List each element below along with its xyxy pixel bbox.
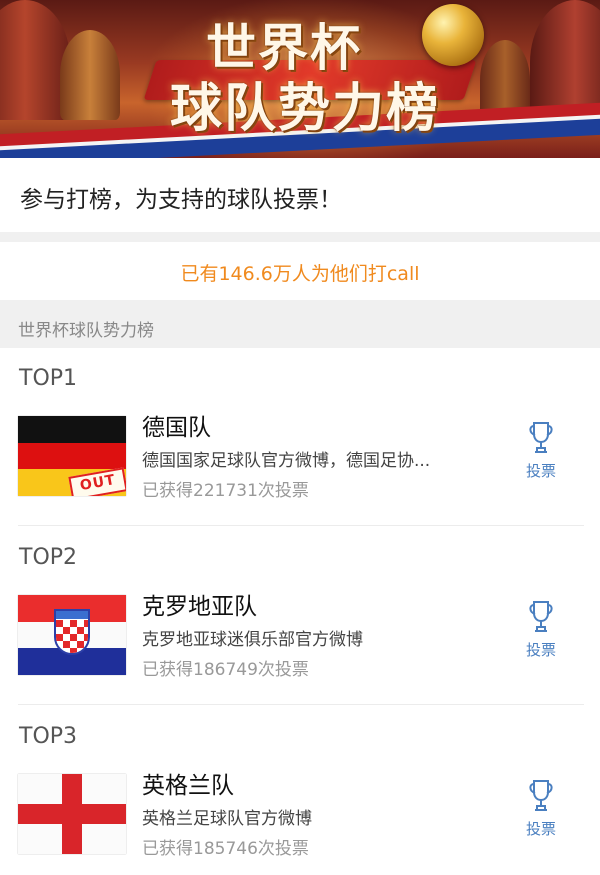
rank-label: TOP1 — [19, 366, 78, 391]
trophy-icon — [529, 780, 553, 811]
vote-label: 投票 — [525, 820, 556, 838]
team-name[interactable]: 英格兰队 — [142, 766, 234, 800]
rank-item-3: TOP3 英格兰队 英格兰足球队官方微博 已获得185746次投票 投票 — [0, 706, 600, 875]
section-header: 世界杯球队势力榜 — [0, 300, 600, 348]
team-description: 英格兰足球队官方微博 — [142, 809, 312, 829]
trophy-icon — [529, 601, 553, 632]
team-name[interactable]: 克罗地亚队 — [142, 587, 257, 621]
intro-bar: 参与打榜，为支持的球队投票！ — [0, 158, 600, 232]
vote-count: 已获得221731次投票 — [142, 481, 309, 501]
rank-item-2: TOP2 克罗地亚队 克罗地亚球迷俱乐部官方微博 已获得186749次投票 投票 — [0, 527, 600, 707]
germany-flag: OUT — [18, 416, 126, 496]
intro-text: 参与打榜，为支持的球队投票！ — [20, 187, 342, 213]
trophy-icon — [529, 422, 553, 453]
vote-label: 投票 — [525, 462, 556, 480]
soccer-ball-icon — [422, 4, 484, 66]
section-title: 世界杯球队势力榜 — [18, 321, 154, 341]
vote-button[interactable]: 投票 — [512, 599, 570, 661]
row-divider — [18, 525, 584, 526]
call-count-text: 已有146.6万人为他们打call — [180, 263, 420, 285]
banner-title-line2: 球队势力榜 — [170, 79, 441, 139]
england-flag — [18, 774, 126, 854]
vote-count: 已获得186749次投票 — [142, 660, 309, 680]
rank-item-1: TOP1 OUT 德国队 德国国家足球队官方微博，德国足协... 已获得2217… — [0, 348, 600, 528]
team-description: 德国国家足球队官方微博，德国足协... — [142, 451, 431, 471]
team-name[interactable]: 德国队 — [142, 408, 211, 442]
row-divider — [18, 704, 584, 705]
vote-count: 已获得185746次投票 — [142, 839, 309, 859]
vote-label: 投票 — [525, 641, 556, 659]
croatia-flag — [18, 595, 126, 675]
team-description: 克罗地亚球迷俱乐部官方微博 — [142, 630, 363, 650]
vote-button[interactable]: 投票 — [512, 420, 570, 482]
header-banner: 世界杯 球队势力榜 — [0, 0, 600, 158]
vote-button[interactable]: 投票 — [512, 778, 570, 840]
dome-left2 — [60, 30, 120, 120]
rank-label: TOP2 — [19, 545, 78, 570]
rank-label: TOP3 — [19, 724, 78, 749]
divider-gap — [0, 232, 600, 242]
croatia-coat-of-arms — [54, 609, 90, 655]
call-count-bar: 已有146.6万人为他们打call — [0, 242, 600, 300]
